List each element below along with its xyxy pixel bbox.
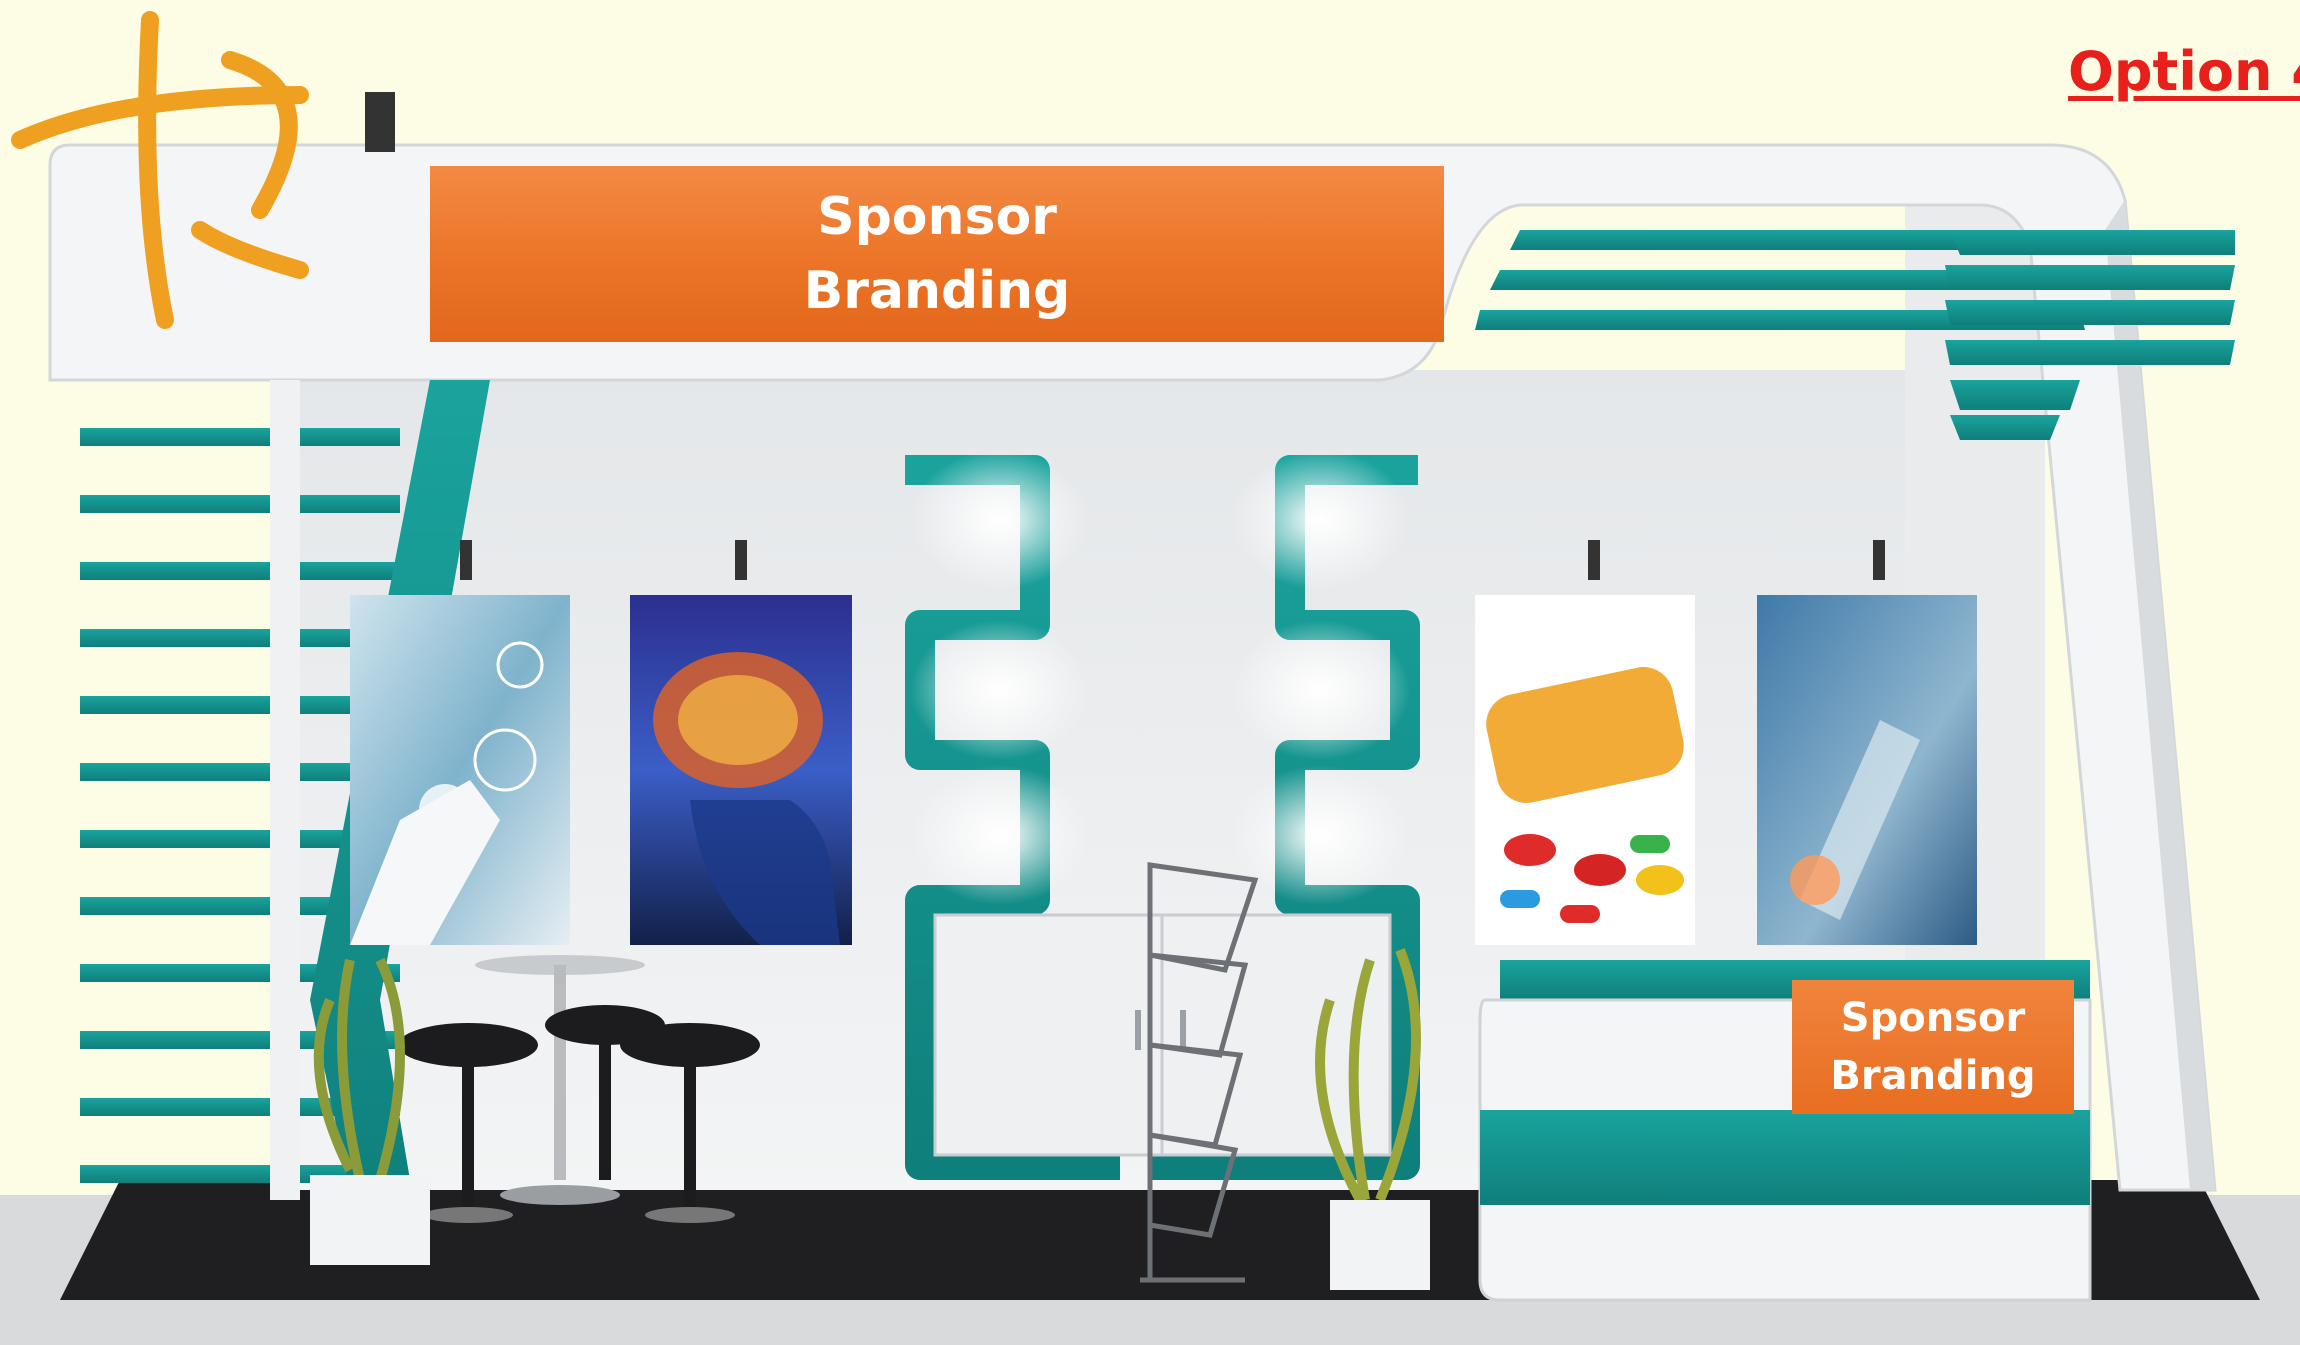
- wall-light-glow: [910, 765, 1090, 905]
- spotlight-icon: [460, 540, 472, 580]
- poster-pills: [1475, 595, 1695, 945]
- option-label: Option 4: [2068, 40, 2300, 103]
- left-support-column: [270, 380, 300, 1200]
- cabinet-handle: [1180, 1010, 1186, 1050]
- poster-lab: [1757, 595, 1977, 945]
- banner-line-1: Sponsor: [1840, 995, 2026, 1041]
- wall-light-glow: [1230, 765, 1410, 905]
- spotlight-icon: [1588, 540, 1600, 580]
- wall-light-glow: [1230, 620, 1410, 760]
- banner-line-2: Branding: [803, 261, 1071, 321]
- booth-render: Sponsor Branding Sponsor Branding Option…: [0, 0, 2300, 1345]
- banner-line-2: Branding: [1830, 1053, 2036, 1099]
- poster-brain: [630, 595, 852, 945]
- spotlight-icon: [735, 540, 747, 580]
- wall-light-glow: [1230, 450, 1410, 590]
- bar-table-leg: [554, 965, 566, 1180]
- sponsor-branding-top-banner: Sponsor Branding: [430, 166, 1444, 342]
- poster-doctor: [350, 595, 570, 945]
- spotlight-icon: [365, 92, 395, 152]
- banner-line-1: Sponsor: [817, 187, 1057, 247]
- wall-light-glow: [910, 450, 1090, 590]
- bar-table-base: [500, 1185, 620, 1205]
- spotlight-icon: [1873, 540, 1885, 580]
- sponsor-branding-counter-banner: Sponsor Branding: [1792, 980, 2074, 1114]
- wall-light-glow: [910, 620, 1090, 760]
- cabinet-handle: [1135, 1010, 1141, 1050]
